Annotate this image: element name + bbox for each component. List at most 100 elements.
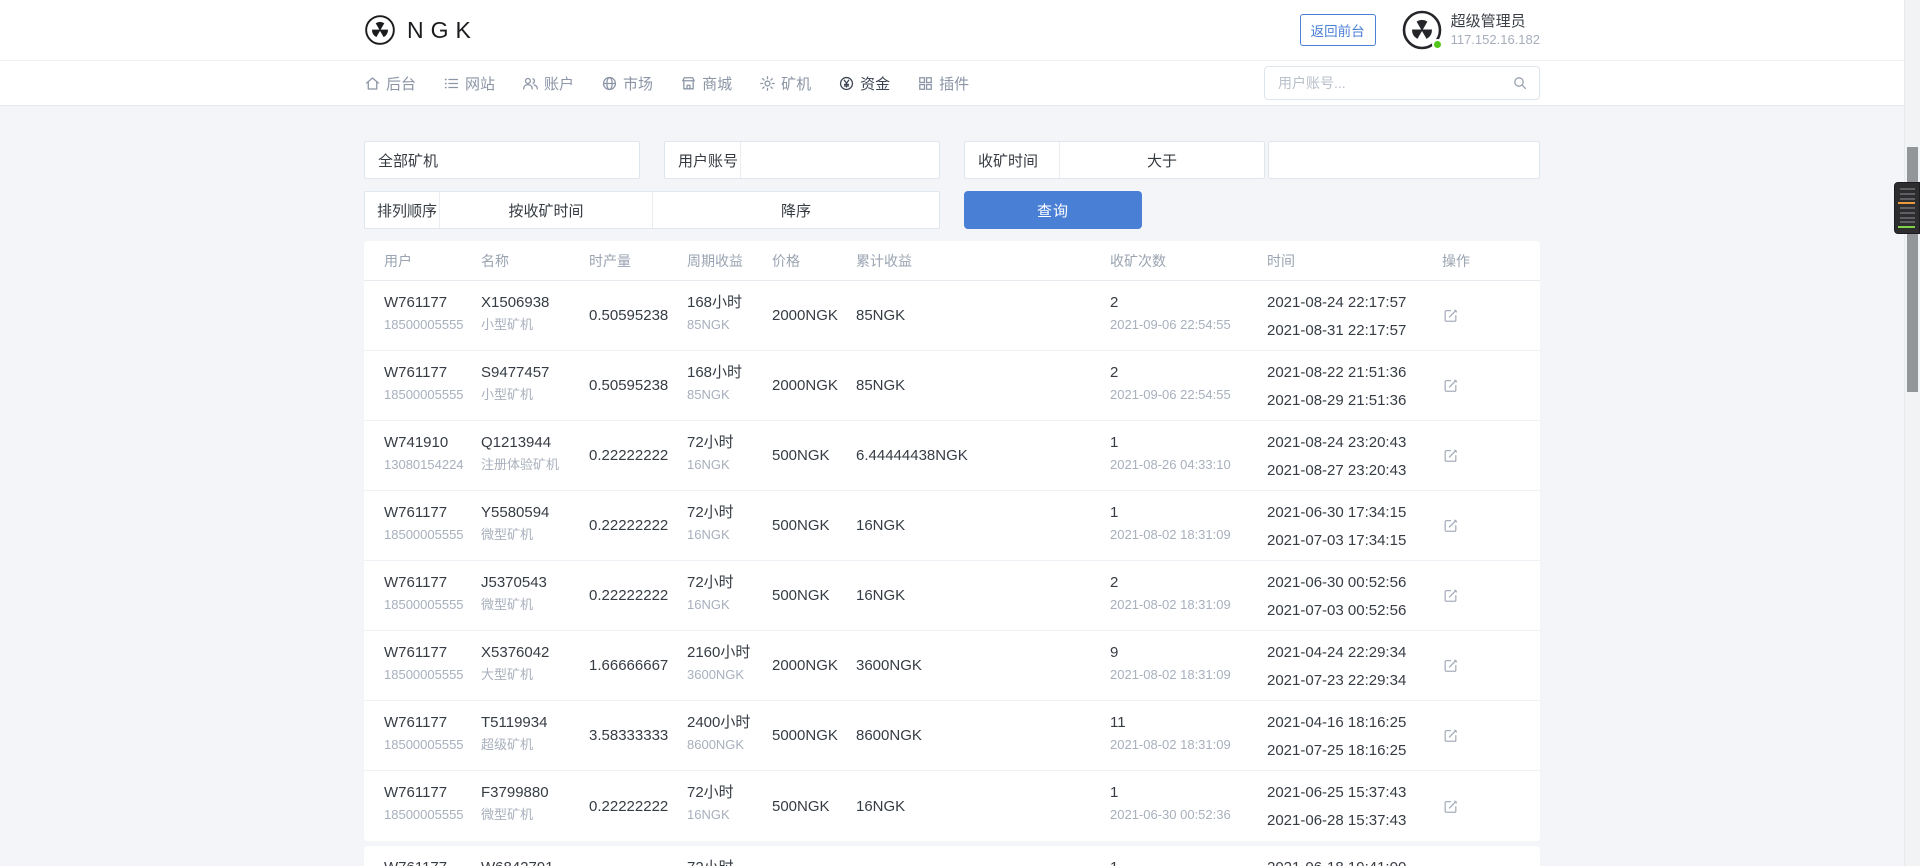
hourly-output-cell: 0.22222222 (589, 491, 687, 560)
collect-time-operator-select[interactable]: 大于 (1060, 142, 1264, 178)
table-row: W76117718500005555F3799880微型矿机0.22222222… (364, 771, 1540, 841)
search-input[interactable] (1276, 74, 1512, 92)
action-cell (1442, 421, 1520, 490)
collect-count-cell: 12021-08-26 04:33:10 (1110, 421, 1267, 490)
nav-item-3[interactable]: 市场 (601, 73, 653, 94)
nav-item-7[interactable]: 插件 (917, 73, 969, 94)
action-cell (1442, 561, 1520, 630)
period-yield-cell: 168小时85NGK (687, 351, 772, 420)
column-header: 累计收益 (856, 241, 1110, 280)
price-cell: 500NGK (772, 421, 856, 490)
edit-icon[interactable] (1442, 798, 1459, 815)
search-icon[interactable] (1512, 75, 1528, 91)
nav-item-label: 账户 (544, 73, 574, 94)
price-cell: 500NGK (772, 561, 856, 630)
period-yield-cell: 72小时 (687, 846, 772, 866)
table-row: W74191013080154224Q1213944注册体验矿机0.222222… (364, 421, 1540, 491)
column-header: 周期收益 (687, 241, 772, 280)
period-yield-cell: 72小时16NGK (687, 561, 772, 630)
column-header: 价格 (772, 241, 856, 280)
sort-field-select[interactable]: 按收矿时间 (440, 192, 652, 228)
collect-count-cell: 22021-09-06 22:54:55 (1110, 281, 1267, 350)
scrollbar-track[interactable] (1904, 0, 1920, 866)
action-cell (1442, 701, 1520, 770)
edit-icon[interactable] (1442, 447, 1459, 464)
scroll-minimap-widget[interactable] (1894, 182, 1920, 234)
user-account-input[interactable] (741, 142, 939, 178)
edit-icon[interactable] (1442, 377, 1459, 394)
nav-item-1[interactable]: 网站 (443, 73, 495, 94)
column-header: 操作 (1442, 241, 1520, 280)
total-yield-cell: 16NGK (856, 561, 1110, 630)
column-header: 时产量 (589, 241, 687, 280)
column-header: 用户 (384, 241, 481, 280)
ngk-logo-icon (364, 14, 396, 46)
name-cell: X1506938小型矿机 (481, 281, 589, 350)
total-yield-cell: 16NGK (856, 491, 1110, 560)
query-button[interactable]: 查询 (964, 191, 1142, 229)
price-cell: 5000NGK (772, 701, 856, 770)
action-cell (1442, 631, 1520, 700)
edit-icon[interactable] (1442, 657, 1459, 674)
action-cell (1442, 846, 1520, 866)
name-cell: T5119934超级矿机 (481, 701, 589, 770)
collect-count-cell: 22021-08-02 18:31:09 (1110, 561, 1267, 630)
home-icon (364, 75, 381, 92)
total-yield-cell: 3600NGK (856, 631, 1110, 700)
column-header: 收矿次数 (1110, 241, 1267, 280)
nav-item-label: 后台 (386, 73, 416, 94)
time-cell: 2021-06-30 17:34:152021-07-03 17:34:15 (1267, 491, 1442, 560)
table-row: W76117718500005555Y5580594微型矿机0.22222222… (364, 491, 1540, 561)
brand: NGK (364, 14, 478, 46)
collect-count-cell: 12021-06-30 00:52:36 (1110, 771, 1267, 841)
topbar: NGK 返回前台 超级管理员 117.152.16.182 (0, 0, 1920, 60)
collect-time-label: 收矿时间 (965, 142, 1060, 178)
price-cell: 2000NGK (772, 281, 856, 350)
name-cell: W6842791 (481, 846, 589, 866)
user-meta: 超级管理员 117.152.16.182 (1451, 13, 1540, 48)
column-header: 名称 (481, 241, 589, 280)
brand-name: NGK (407, 17, 478, 44)
sort-filter: 排列顺序 按收矿时间 降序 (364, 191, 940, 229)
user-cell: W76117718500005555 (384, 281, 481, 350)
user-cell: W76117718500005555 (384, 701, 481, 770)
users-icon (522, 75, 539, 92)
period-yield-cell: 72小时16NGK (687, 491, 772, 560)
edit-icon[interactable] (1442, 307, 1459, 324)
hourly-output-cell: 0.22222222 (589, 421, 687, 490)
nav-item-0[interactable]: 后台 (364, 73, 416, 94)
user-cell: W74191013080154224 (384, 421, 481, 490)
time-cell: 2021-08-24 22:17:572021-08-31 22:17:57 (1267, 281, 1442, 350)
edit-icon[interactable] (1442, 727, 1459, 744)
miner-table: 用户名称时产量周期收益价格累计收益收矿次数时间操作 W7611771850000… (364, 241, 1540, 841)
avatar[interactable] (1402, 10, 1442, 50)
miner-type-select[interactable]: 全部矿机 (364, 141, 640, 179)
edit-icon[interactable] (1442, 587, 1459, 604)
nav-item-6[interactable]: 资金 (838, 73, 890, 94)
hourly-output-cell: 3.58333333 (589, 701, 687, 770)
user-account-filter: 用户账号 (664, 141, 940, 179)
nav-item-2[interactable]: 账户 (522, 73, 574, 94)
user-cell: W761177 (384, 846, 481, 866)
time-cell: 2021-08-22 21:51:362021-08-29 21:51:36 (1267, 351, 1442, 420)
nav-item-5[interactable]: 矿机 (759, 73, 811, 94)
column-header: 时间 (1267, 241, 1442, 280)
total-yield-cell: 85NGK (856, 351, 1110, 420)
action-cell (1442, 281, 1520, 350)
back-to-front-button[interactable]: 返回前台 (1300, 14, 1376, 46)
time-cell: 2021-06-18 19:41:00 (1267, 846, 1442, 866)
collect-count-cell: 92021-08-02 18:31:09 (1110, 631, 1267, 700)
name-cell: Q1213944注册体验矿机 (481, 421, 589, 490)
nav-item-4[interactable]: 商城 (680, 73, 732, 94)
sort-direction-select[interactable]: 降序 (652, 192, 939, 228)
collect-count-cell: 12021-08-02 18:31:09 (1110, 491, 1267, 560)
collect-time-input[interactable] (1269, 142, 1539, 178)
user-name: 超级管理员 (1451, 13, 1540, 31)
name-cell: F3799880微型矿机 (481, 771, 589, 841)
price-cell: 2000NGK (772, 631, 856, 700)
table-row: W76117718500005555T5119934超级矿机3.58333333… (364, 701, 1540, 771)
edit-icon[interactable] (1442, 517, 1459, 534)
nav-item-label: 插件 (939, 73, 969, 94)
hourly-output-cell: 1.66666667 (589, 631, 687, 700)
page: NGK 返回前台 超级管理员 117.152.16.182 后台 网站 账户 市场 商城… (0, 0, 1920, 866)
